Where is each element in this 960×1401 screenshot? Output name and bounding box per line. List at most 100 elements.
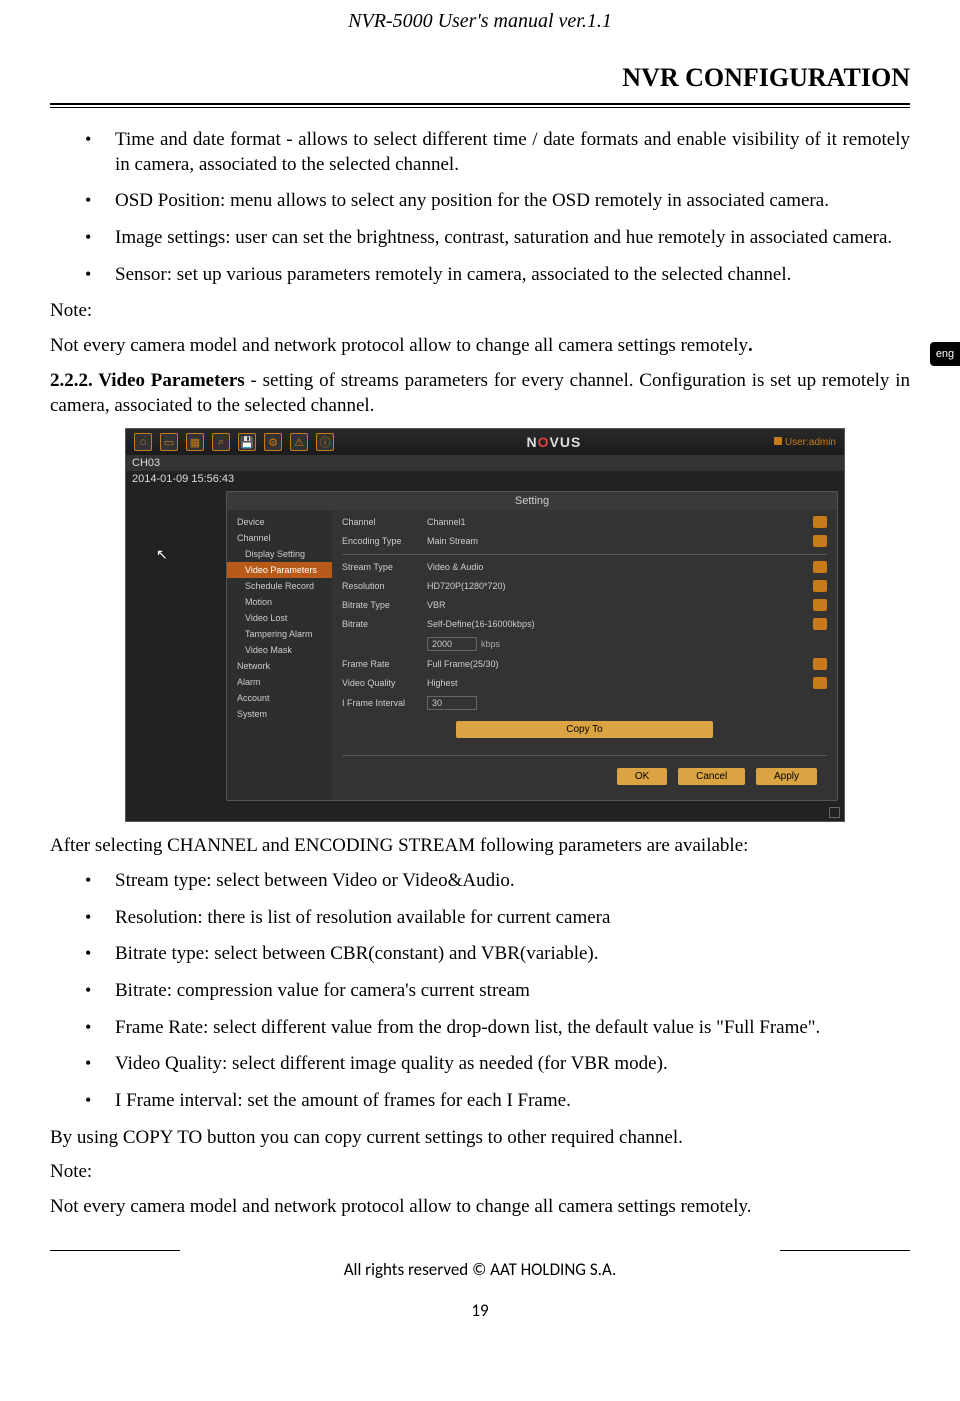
dropdown-icon[interactable] [813,561,827,573]
form-value: HD720P(1280*720) [427,581,809,591]
info-icon[interactable]: ⓘ [316,433,334,451]
form-label: Encoding Type [342,536,427,546]
subsection: 2.2.2. Video Parameters - setting of str… [50,369,910,418]
form-row: Frame RateFull Frame(25/30) [342,658,827,670]
alert-icon[interactable]: ⚠ [290,433,308,451]
form-label: Bitrate [342,619,427,629]
user-label: User:admin [774,437,836,448]
sec-num: 2.2.2. Video Parameters [50,370,245,391]
divider [342,755,827,756]
unit-label: kbps [481,639,500,649]
lang-tab: eng [930,342,960,366]
bullet-list-2: Stream type: select between Video or Vid… [50,869,910,1114]
dropdown-icon[interactable] [813,658,827,670]
menu-item[interactable]: Schedule Record [227,578,332,594]
list-item: Resolution: there is list of resolution … [85,906,910,931]
brand-logo: NOVUS [334,434,774,450]
footer-rule-right [780,1250,910,1251]
copy-to-button[interactable]: Copy To [456,721,713,738]
note-label: Note: [50,299,910,324]
dropdown-icon[interactable] [813,618,827,630]
gear-icon[interactable]: ⚙ [264,433,282,451]
cancel-button[interactable]: Cancel [678,768,745,785]
page-number: 19 [50,1300,910,1321]
form-row: BitrateSelf-Define(16-16000kbps) [342,618,827,630]
dropdown-icon[interactable] [813,535,827,547]
ok-button[interactable]: OK [617,768,667,785]
button-row-main: OK Cancel Apply [342,759,827,793]
cursor-icon: ↖ [156,547,168,564]
footer-rules [50,1250,910,1251]
form-label: Frame Rate [342,659,427,669]
rule-thin [50,107,910,108]
text-input[interactable]: 30 [427,696,477,710]
save-icon[interactable]: 💾 [238,433,256,451]
list-item: Frame Rate: select different value from … [85,1016,910,1041]
note-text: Not every camera model and network proto… [50,334,910,359]
menu-item[interactable]: Device [227,514,332,530]
menu-item[interactable]: Channel [227,530,332,546]
menu-item[interactable]: Video Parameters [227,562,332,578]
list-item: Image settings: user can set the brightn… [85,226,910,251]
text-input[interactable]: 2000 [427,637,477,651]
search-icon[interactable]: ⌕ [212,433,230,451]
footer-text: All rights reserved © AAT HOLDING S.A. [50,1259,910,1280]
form-label: Video Quality [342,678,427,688]
ss-statusbar [126,807,844,821]
doc-header: NVR-5000 User's manual ver.1.1 [50,10,910,33]
menu-item[interactable]: Video Lost [227,610,332,626]
list-item: Stream type: select between Video or Vid… [85,869,910,894]
list-item: Video Quality: select different image qu… [85,1052,910,1077]
form-value: VBR [427,600,809,610]
user-text: User:admin [785,437,836,448]
note2-label: Note: [50,1160,910,1185]
note2-text: Not every camera model and network proto… [50,1195,910,1220]
logo-pre: N [527,434,538,450]
menu-item[interactable]: Alarm [227,674,332,690]
note-body: Not every camera model and network proto… [50,335,748,356]
form-row: Bitrate TypeVBR [342,599,827,611]
list-item: Sensor: set up various parameters remote… [85,263,910,288]
menu-item[interactable]: Account [227,690,332,706]
form-row: ChannelChannel1 [342,516,827,528]
dropdown-icon[interactable] [813,599,827,611]
section-title: NVR CONFIGURATION [50,63,910,93]
form-row: Stream TypeVideo & Audio [342,561,827,573]
list-item: Bitrate: compression value for camera's … [85,979,910,1004]
menu-item[interactable]: Network [227,658,332,674]
settings-panel: Setting DeviceChannelDisplay SettingVide… [226,491,838,801]
settings-menu: DeviceChannelDisplay SettingVideo Parame… [227,510,332,800]
panel-body: DeviceChannelDisplay SettingVideo Parame… [227,510,837,800]
timestamp: 2014-01-09 15:56:43 [126,471,844,487]
menu-item[interactable]: System [227,706,332,722]
form-value: Self-Define(16-16000kbps) [427,619,809,629]
dropdown-icon[interactable] [813,516,827,528]
grid-icon[interactable]: ▦ [186,433,204,451]
channel-badge: CH03 [126,455,844,471]
list-item: I Frame interval: set the amount of fram… [85,1089,910,1114]
form-row: I Frame Interval30 [342,696,827,710]
copy-paragraph: By using COPY TO button you can copy cur… [50,1126,910,1151]
form-label: Channel [342,517,427,527]
monitor-icon[interactable]: ▭ [160,433,178,451]
footer-rule-left [50,1250,180,1251]
menu-item[interactable]: Video Mask [227,642,332,658]
menu-item[interactable]: Display Setting [227,546,332,562]
form-row: Encoding TypeMain Stream [342,535,827,547]
apply-button[interactable]: Apply [756,768,817,785]
home-icon[interactable]: ⌂ [134,433,152,451]
after-screenshot-text: After selecting CHANNEL and ENCODING STR… [50,834,910,859]
nvr-screenshot: ⌂ ▭ ▦ ⌕ 💾 ⚙ ⚠ ⓘ NOVUS User:admin CH03 20… [125,428,845,822]
form-value: Highest [427,678,809,688]
logo-o: O [538,434,550,450]
note-dot: . [748,335,753,356]
form-value: Channel1 [427,517,809,527]
menu-item[interactable]: Tampering Alarm [227,626,332,642]
dropdown-icon[interactable] [813,677,827,689]
form-value: Full Frame(25/30) [427,659,809,669]
form-label: I Frame Interval [342,698,427,708]
dropdown-icon[interactable] [813,580,827,592]
form-value: 30 [427,696,827,710]
menu-item[interactable]: Motion [227,594,332,610]
form-row: Video QualityHighest [342,677,827,689]
